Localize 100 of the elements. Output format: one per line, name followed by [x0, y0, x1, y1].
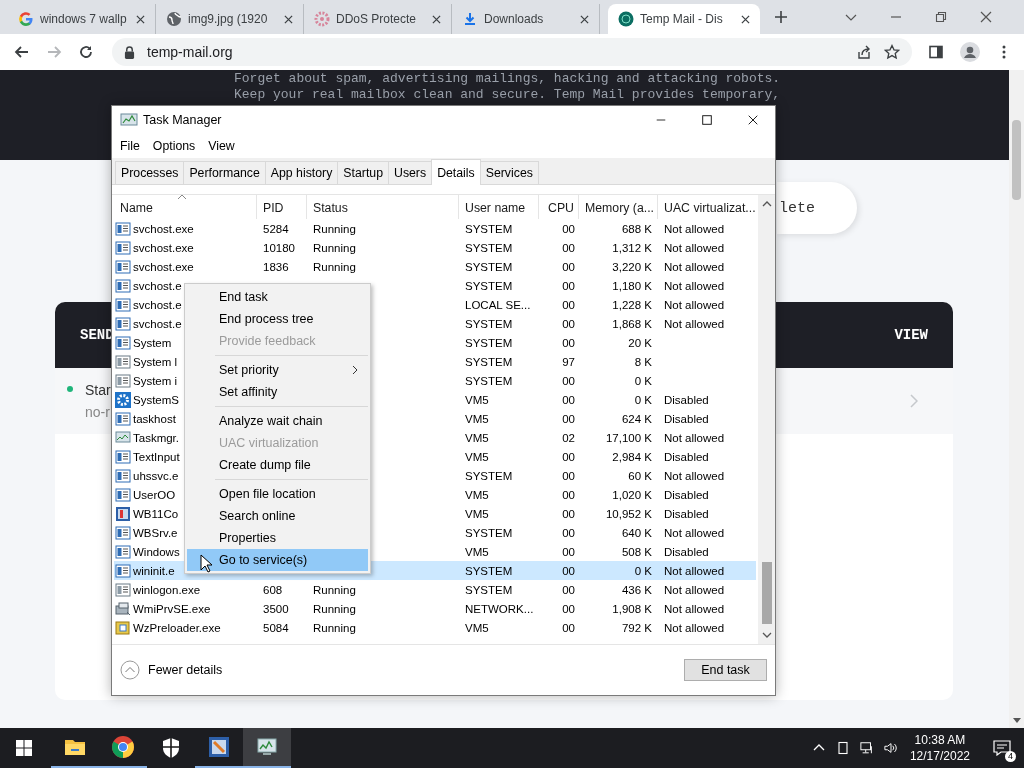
process-name[interactable]: svchost.e	[133, 317, 182, 330]
process-name[interactable]: WB11Co	[133, 507, 179, 520]
browser-tab[interactable]: Temp Mail - Dis	[608, 4, 760, 34]
task-manager-icon	[115, 429, 131, 446]
restore-icon[interactable]	[934, 10, 948, 24]
scrollbar-thumb[interactable]	[1012, 120, 1021, 200]
process-name[interactable]: svchost.e	[133, 298, 182, 311]
windows-start-icon[interactable]	[16, 740, 32, 756]
menu-item[interactable]: Search online	[187, 505, 368, 527]
tab[interactable]: Services	[479, 161, 539, 184]
clock[interactable]: 10:38 AM 12/17/2022	[909, 732, 970, 764]
scrollbar-thumb[interactable]	[761, 562, 772, 624]
process-name[interactable]: SystemS	[133, 393, 179, 406]
share-icon[interactable]	[856, 44, 872, 60]
scrollbar[interactable]	[1009, 70, 1024, 728]
menu-item[interactable]: Options	[152, 139, 196, 153]
network-icon[interactable]	[859, 741, 874, 755]
lock-icon[interactable]	[124, 45, 135, 59]
notification-button[interactable]: 4	[980, 728, 1024, 768]
tab[interactable]: Processes	[115, 161, 185, 184]
process-name[interactable]: svchost.exe	[133, 241, 194, 254]
close-icon[interactable]	[747, 114, 759, 126]
sidebar-icon[interactable]	[928, 44, 944, 60]
menu-item[interactable]: Go to service(s)	[187, 549, 368, 571]
process-name[interactable]: System l	[133, 355, 178, 368]
star-icon[interactable]	[884, 44, 900, 60]
cpu-cell-text: 00	[561, 373, 576, 389]
close-icon[interactable]	[580, 14, 589, 24]
user-cell-text: VM5	[464, 449, 490, 465]
tablet-icon[interactable]	[835, 741, 850, 755]
fewer-details-button[interactable]: Fewer details	[120, 660, 223, 680]
column-header[interactable]: PID	[257, 195, 307, 219]
column-header[interactable]: UAC virtualizat...	[658, 195, 756, 219]
status-cell-text: Running	[312, 240, 357, 256]
google-icon	[18, 11, 34, 27]
memory-cell-text: 1,908 K	[611, 601, 653, 617]
column-header[interactable]: CPU	[539, 195, 579, 219]
status-cell-text: Running	[312, 620, 357, 636]
taskbar-app[interactable]	[243, 728, 291, 768]
uac-cell-text: Not allowed	[663, 297, 726, 313]
process-name[interactable]: UserOO	[133, 488, 176, 501]
cpu-cell-text: 00	[561, 297, 576, 313]
process-name[interactable]: WzPreloader.exe	[133, 621, 221, 634]
process-name[interactable]: winlogon.exe	[133, 583, 201, 596]
tab[interactable]: Details	[431, 159, 481, 185]
menu-item[interactable]: Properties	[187, 527, 368, 549]
address-bar[interactable]: temp-mail.org	[112, 38, 912, 66]
reload-icon[interactable]	[78, 44, 94, 60]
menu-item[interactable]: View	[208, 139, 235, 153]
column-header[interactable]: Memory (a...	[579, 195, 658, 219]
user-cell-text: VM5	[464, 392, 490, 408]
intro-text: Keep your real mailbox clean and secure. Temp Mail provides temporary,	[234, 87, 782, 103]
memory-cell: 0 K	[579, 561, 658, 580]
process-name[interactable]: Windows	[133, 545, 180, 558]
memory-cell-text: 0 K	[633, 373, 653, 389]
process-name[interactable]: WBSrv.e	[133, 526, 178, 539]
close-icon[interactable]	[741, 14, 750, 24]
back-icon[interactable]	[14, 44, 30, 60]
volume-icon[interactable]	[883, 741, 898, 755]
end-task-button[interactable]: End task	[684, 659, 767, 681]
uac-cell-text: Not allowed	[663, 278, 726, 294]
column-header[interactable]: Name	[114, 195, 257, 219]
scroll-down-icon[interactable]	[1012, 718, 1021, 724]
scroll-up-icon[interactable]	[761, 201, 772, 207]
process-name[interactable]: svchost.e	[133, 279, 182, 292]
memory-cell-text: 792 K	[620, 620, 653, 636]
menu-item[interactable]: Create dump file	[187, 454, 368, 476]
process-name[interactable]: svchost.exe	[133, 222, 194, 235]
menu-item[interactable]: End task	[187, 286, 368, 308]
column-header[interactable]: User name	[459, 195, 539, 219]
scrollbar[interactable]	[758, 195, 775, 644]
process-name[interactable]: svchost.exe	[133, 260, 194, 273]
menu-item[interactable]: End process tree	[187, 308, 368, 330]
chevron-right-icon	[910, 394, 918, 408]
column-header[interactable]: Status	[307, 195, 459, 219]
process-name[interactable]: WmiPrvSE.exe	[133, 602, 211, 615]
cpu-cell-text: 97	[561, 354, 576, 370]
process-name[interactable]: System	[133, 336, 172, 349]
menu-item[interactable]: File	[120, 139, 140, 153]
column-header: VIEW	[894, 327, 928, 343]
process-name[interactable]: taskhost	[133, 412, 176, 425]
menu-item[interactable]: Set affinity	[187, 381, 368, 403]
window-icon	[115, 467, 131, 484]
window-icon	[115, 524, 131, 541]
process-name[interactable]: System i	[133, 374, 178, 387]
new-tab-icon[interactable]	[774, 10, 788, 24]
process-name[interactable]: uhssvc.e	[133, 469, 179, 482]
menu-item[interactable]: Analyze wait chain	[187, 410, 368, 432]
close-icon[interactable]	[136, 14, 145, 24]
profile-icon[interactable]	[960, 42, 980, 62]
close-icon[interactable]	[432, 14, 441, 24]
user-cell-text: VM5	[464, 620, 490, 636]
scroll-down-icon[interactable]	[761, 632, 772, 638]
process-name[interactable]: Taskmgr.	[133, 431, 179, 444]
maximize-icon[interactable]	[701, 114, 713, 126]
menu-item[interactable]: Open file location	[187, 483, 368, 505]
process-name[interactable]: TextInput	[133, 450, 180, 463]
menu-item[interactable]: Set priority	[187, 359, 368, 381]
close-icon[interactable]	[284, 14, 293, 24]
delete-button[interactable]: lete	[777, 182, 857, 234]
